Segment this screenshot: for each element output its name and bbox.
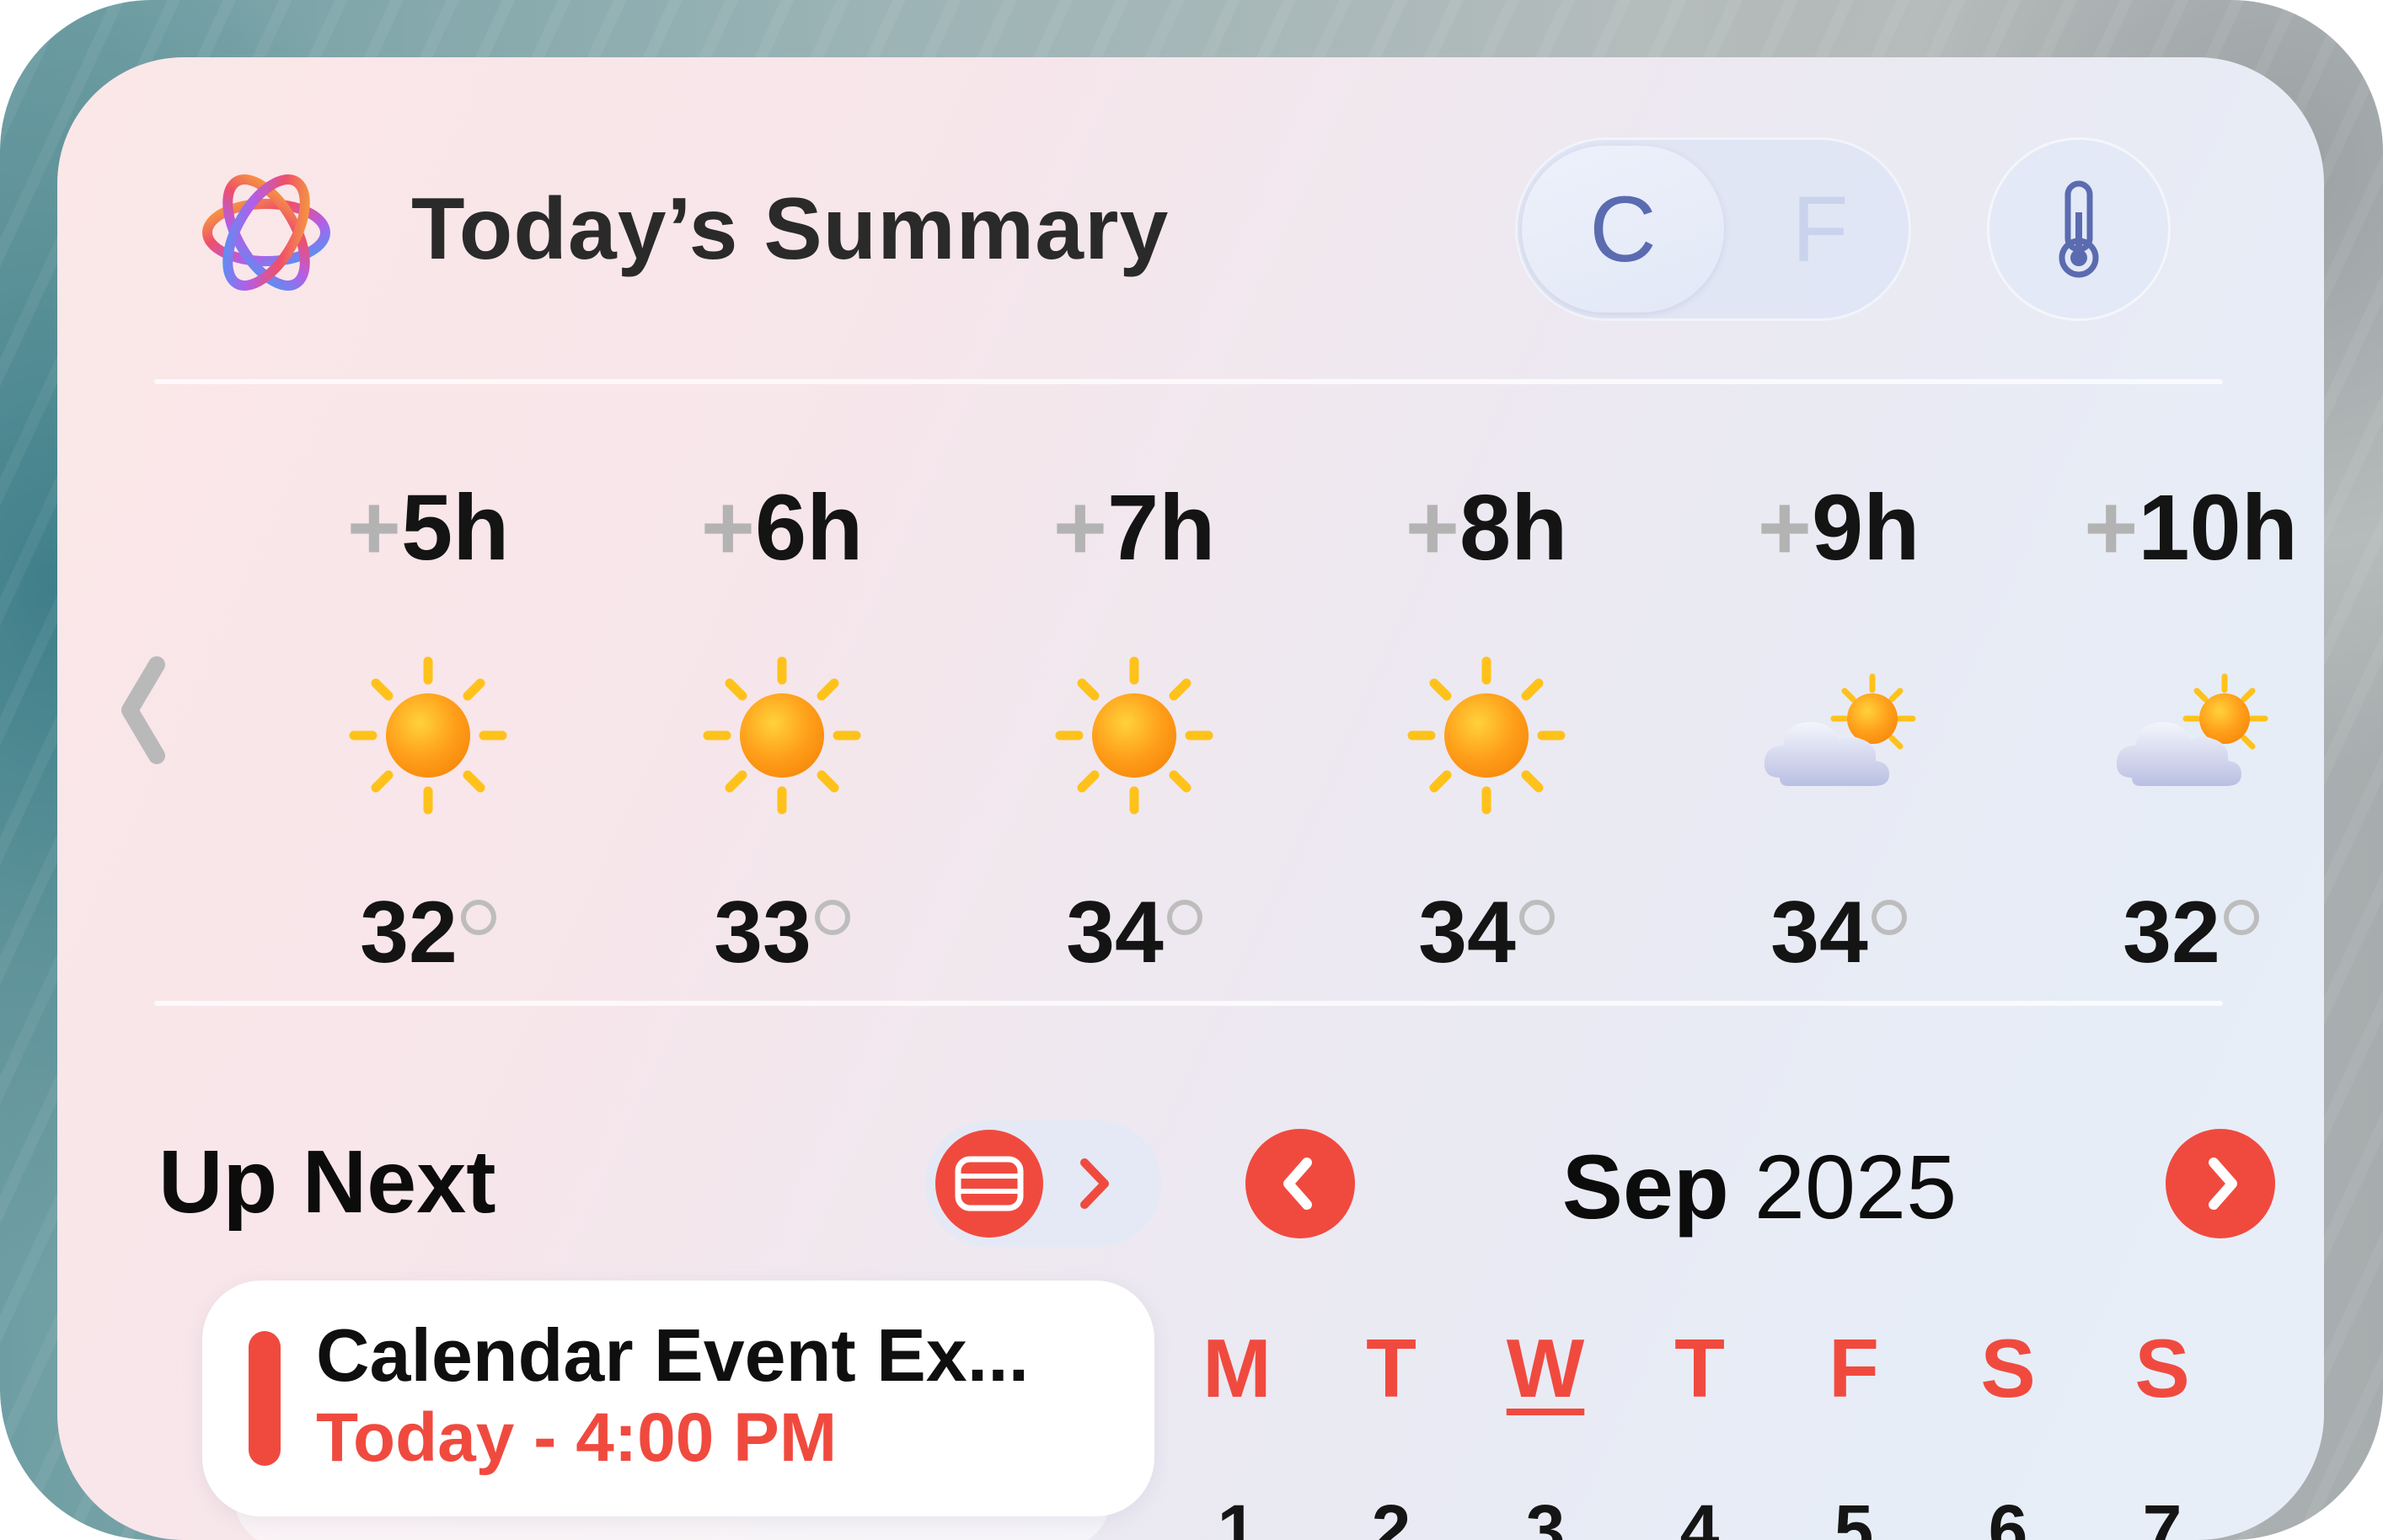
weekday-label: T	[1674, 1322, 1725, 1414]
forecast-hour: +8h 34	[1318, 474, 1655, 1013]
forecast-hour-label: +10h	[2084, 476, 2298, 580]
weekday-label: F	[1829, 1322, 1879, 1414]
header-divider	[154, 379, 2223, 384]
up-next-list-button[interactable]	[925, 1120, 1161, 1247]
forecast-hour: +7h 34	[966, 474, 1303, 1013]
summary-widget: Today’s Summary C F +5h 32 +6h 33 +7h 34…	[57, 57, 2324, 1540]
calendar-prev-button[interactable]	[1245, 1129, 1355, 1238]
calendar-year: 2025	[1754, 1136, 1957, 1238]
weekday-label: M	[1202, 1322, 1272, 1414]
celsius-option[interactable]: C	[1522, 146, 1724, 313]
sun-icon	[1402, 651, 1571, 820]
calendar-month: Sep	[1561, 1136, 1729, 1238]
sun-icon	[1050, 651, 1218, 820]
forecast-hour-label: +6h	[700, 476, 864, 580]
forecast-temp: 34	[1670, 883, 2007, 983]
chevron-left-icon[interactable]	[110, 651, 177, 769]
thermometer-icon	[2059, 180, 2099, 278]
forecast-temp: 33	[613, 883, 951, 983]
list-button[interactable]	[935, 1130, 1043, 1238]
apple-intelligence-icon	[202, 174, 330, 291]
forecast-divider	[154, 1001, 2223, 1006]
event-time: Today - 4:00 PM	[316, 1399, 838, 1476]
weekday-label: T	[1366, 1322, 1416, 1414]
thermometer-button[interactable]	[1987, 137, 2171, 321]
calendar-day[interactable]: 7	[2103, 1489, 2221, 1540]
event-card[interactable]: Calendar Event Ex... Today - 4:00 PM	[202, 1281, 1154, 1516]
weekday-label: S	[2134, 1322, 2190, 1414]
calendar-day[interactable]: 1	[1178, 1489, 1296, 1540]
calendar-day[interactable]: 3	[1486, 1489, 1604, 1540]
chevron-left-icon	[1283, 1158, 1312, 1210]
fahrenheit-option[interactable]: F	[1736, 146, 1904, 313]
sun-icon	[698, 651, 866, 820]
forecast-hour: +6h 33	[613, 474, 951, 1013]
calendar-day[interactable]: 2	[1332, 1489, 1450, 1540]
event-title: Calendar Event Ex...	[316, 1313, 1030, 1397]
forecast-hour-label: +5h	[346, 476, 510, 580]
event-color-bar	[249, 1331, 281, 1466]
sun-icon	[344, 651, 512, 820]
forecast-temp: 34	[1318, 883, 1655, 983]
up-next-title: Up Next	[158, 1132, 496, 1232]
forecast-hour: +10h 32	[2022, 474, 2324, 1013]
temperature-unit-toggle[interactable]: C F	[1515, 137, 1911, 321]
forecast-temp: 32	[2022, 883, 2324, 983]
forecast-temp: 32	[260, 883, 597, 983]
calendar-day[interactable]: 6	[1949, 1489, 2067, 1540]
calendar-day[interactable]: 4	[1641, 1489, 1759, 1540]
calendar-day[interactable]: 5	[1795, 1489, 1913, 1540]
forecast-hour-label: +7h	[1052, 476, 1216, 580]
calendar-next-button[interactable]	[2166, 1129, 2275, 1238]
weekday-label: S	[1980, 1322, 2036, 1414]
chevron-right-icon	[2209, 1158, 2237, 1210]
partly-cloudy-icon	[1754, 651, 1923, 820]
chevron-right-icon[interactable]	[1073, 1156, 1115, 1211]
forecast-hour: +9h 34	[1670, 474, 2007, 1013]
forecast-hour-label: +8h	[1405, 476, 1568, 580]
list-icon	[955, 1156, 1024, 1211]
forecast-hour-label: +9h	[1757, 476, 1920, 580]
widget-title: Today’s Summary	[411, 180, 1170, 278]
weekday-label-today: W	[1506, 1322, 1585, 1414]
forecast-temp: 34	[966, 883, 1303, 983]
calendar-month-year: Sep 2025	[1372, 1134, 2147, 1239]
partly-cloudy-icon	[2107, 651, 2275, 820]
forecast-hour: +5h 32	[260, 474, 597, 1013]
